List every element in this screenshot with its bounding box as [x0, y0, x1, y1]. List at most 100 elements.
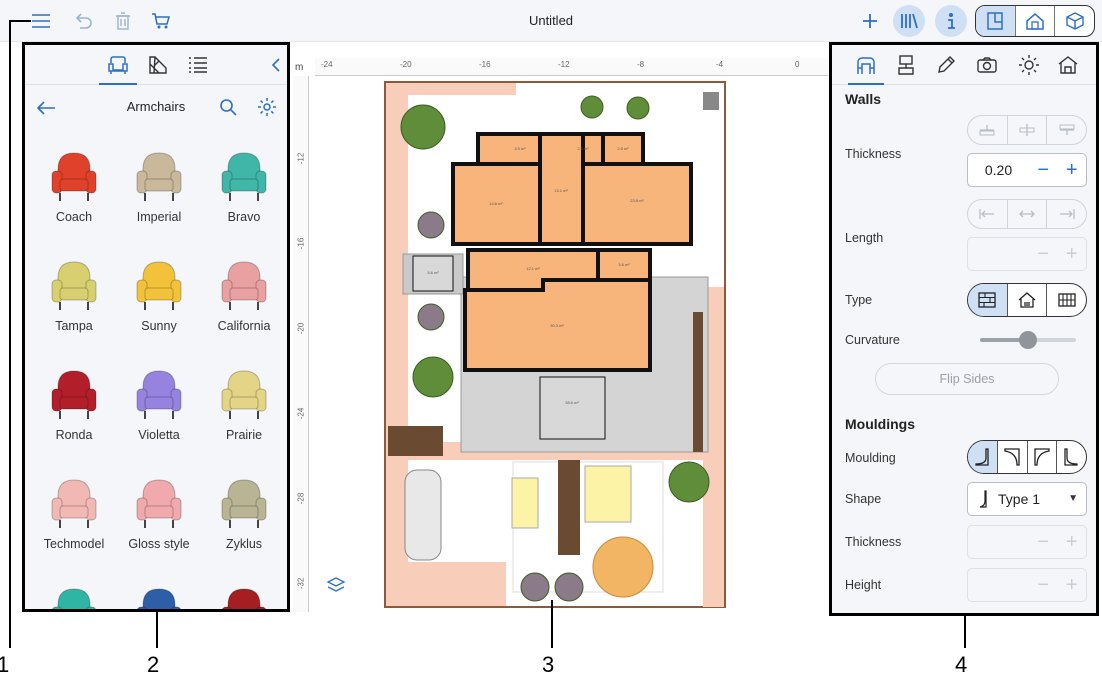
- catalog-item[interactable]: Tampa: [31, 246, 117, 355]
- align-bottom-icon: [1059, 124, 1075, 135]
- arrow-left-bar-icon: [979, 209, 995, 219]
- increment-button[interactable]: +: [1057, 244, 1086, 264]
- roof-icon: [1018, 292, 1036, 308]
- shape-dropdown[interactable]: Type 1 ▼: [967, 482, 1087, 516]
- room-area-label: 38.6 m²: [565, 400, 579, 405]
- plus-icon[interactable]: [857, 8, 883, 34]
- catalog-item[interactable]: Violetta: [116, 355, 202, 464]
- length-center-button[interactable]: [1008, 200, 1048, 228]
- catalog-item[interactable]: [201, 573, 287, 609]
- curvature-knob[interactable]: [1019, 331, 1037, 349]
- floor-plan-canvas[interactable]: m -24 -20 -16 -12 -8 -4 0 -12 -16 -20 -24 -28 -32: [293, 42, 828, 612]
- menu-icon[interactable]: [28, 8, 54, 34]
- floor-button[interactable]: [1016, 6, 1056, 36]
- moulding-thickness-stepper: − +: [967, 525, 1087, 559]
- arrow-both-icon: [1019, 210, 1035, 218]
- catalog-item[interactable]: [31, 573, 117, 609]
- catalog-item[interactable]: Coach: [31, 137, 117, 246]
- info-button[interactable]: [935, 5, 967, 37]
- tab-paint[interactable]: [892, 51, 920, 79]
- decrement-button[interactable]: −: [1029, 160, 1058, 180]
- armchair-thumbnail: [221, 479, 267, 528]
- tab-walls[interactable]: [848, 51, 884, 85]
- tab-edit[interactable]: [932, 51, 960, 79]
- catalog-item-label: Tampa: [55, 319, 93, 333]
- baseboard-icon: [975, 448, 990, 466]
- wall-type-fence-button[interactable]: [1047, 284, 1086, 316]
- catalog-item-label: California: [217, 319, 271, 333]
- decrement-button[interactable]: −: [1029, 532, 1058, 552]
- catalog-item[interactable]: Zyklus: [201, 464, 287, 573]
- wall-type-roof-button[interactable]: [1008, 284, 1048, 316]
- increment-button[interactable]: +: [1057, 575, 1086, 595]
- tab-furniture[interactable]: [99, 51, 137, 85]
- align-top-button[interactable]: [968, 116, 1008, 144]
- cart-icon[interactable]: [148, 8, 174, 34]
- wall-type-brick-button[interactable]: [968, 284, 1008, 316]
- decrement-button[interactable]: −: [1029, 244, 1058, 264]
- library-icon: [901, 13, 918, 29]
- catalog-item[interactable]: Sunny: [116, 246, 202, 355]
- armchair-icon: [108, 56, 128, 74]
- catalog-item[interactable]: Gloss style: [116, 464, 202, 573]
- trash-icon[interactable]: [110, 8, 136, 34]
- armchair-thumbnail: [136, 152, 182, 201]
- library-button[interactable]: [893, 5, 925, 37]
- length-right-button[interactable]: [1047, 200, 1086, 228]
- catalog-item-label: Sunny: [141, 319, 177, 333]
- armchair-thumbnail: [221, 588, 267, 609]
- moulding-baseboard-button[interactable]: [968, 441, 998, 473]
- room-area-label: 2.5 m²: [617, 146, 629, 151]
- category-title: Armchairs: [126, 99, 186, 114]
- search-button[interactable]: [217, 96, 239, 118]
- callout-line-1-h: [9, 20, 31, 22]
- collapse-icon: [271, 58, 280, 72]
- catalog-item[interactable]: Bravo: [201, 137, 287, 246]
- cornice-icon: [1034, 448, 1050, 466]
- align-center-button[interactable]: [1008, 116, 1048, 144]
- info-icon: [948, 13, 955, 29]
- wall-thickness-value[interactable]: 0.20: [968, 162, 1029, 178]
- align-bottom-button[interactable]: [1047, 116, 1086, 144]
- shape-label: Shape: [845, 492, 882, 506]
- moulding-crown-button[interactable]: [998, 441, 1028, 473]
- tab-lighting[interactable]: [1015, 51, 1043, 79]
- app-root: Untitled Armchairs Coach Imperial Bravo …: [0, 0, 1102, 680]
- catalog-item[interactable]: Prairie: [201, 355, 287, 464]
- flip-sides-button[interactable]: Flip Sides: [875, 363, 1059, 395]
- moulding-skirting-button[interactable]: [1057, 441, 1086, 473]
- type-label: Type: [845, 293, 873, 307]
- armchair-thumbnail: [51, 588, 97, 609]
- crown-moulding-icon: [1004, 448, 1020, 466]
- catalog-item-label: Imperial: [136, 210, 182, 224]
- plan-2d-button[interactable]: [976, 6, 1016, 36]
- floor-plan[interactable]: 3.9 m² 2.5 m² 2.5 m² 14.6 m² 13.1 m² 23.8 m² 5…: [293, 42, 828, 612]
- catalog-item[interactable]: California: [201, 246, 287, 355]
- filter-settings-button[interactable]: [256, 96, 278, 118]
- undo-icon[interactable]: [70, 8, 96, 34]
- tab-list[interactable]: [183, 51, 213, 79]
- increment-button[interactable]: +: [1057, 532, 1086, 552]
- view-3d-button[interactable]: [1055, 6, 1094, 36]
- length-left-button[interactable]: [968, 200, 1008, 228]
- mouldings-section-title: Mouldings: [845, 416, 915, 432]
- tab-building[interactable]: [1054, 51, 1082, 79]
- flower-bed-left: [388, 426, 443, 456]
- tab-camera[interactable]: [973, 51, 1001, 79]
- layers-button[interactable]: [326, 577, 346, 592]
- catalog-item-label: Ronda: [55, 428, 93, 442]
- catalog-item[interactable]: [116, 573, 202, 609]
- wall-type-group: [967, 283, 1087, 317]
- decrement-button[interactable]: −: [1029, 575, 1058, 595]
- increment-button[interactable]: +: [1057, 160, 1086, 180]
- catalog-item[interactable]: Imperial: [116, 137, 202, 246]
- moulding-cornice-button[interactable]: [1028, 441, 1058, 473]
- catalog-item[interactable]: Techmodel: [31, 464, 117, 573]
- collapse-panel-button[interactable]: [261, 51, 287, 79]
- car: [404, 469, 442, 561]
- curvature-slider[interactable]: [980, 331, 1076, 349]
- corner-box: [703, 92, 719, 110]
- tab-materials[interactable]: [143, 51, 173, 79]
- garden-bench: [511, 477, 539, 529]
- catalog-item[interactable]: Ronda: [31, 355, 117, 464]
